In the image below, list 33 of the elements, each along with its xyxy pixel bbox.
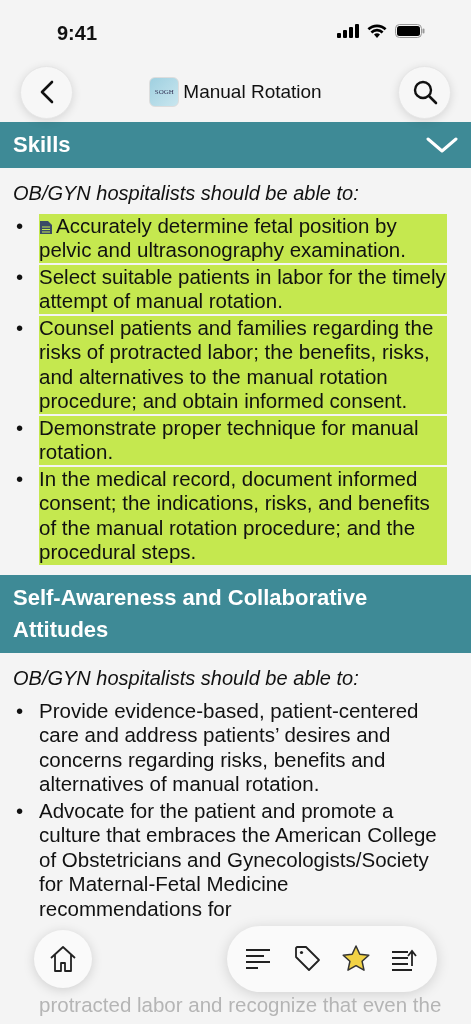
bullet-marker: • xyxy=(16,466,25,492)
bullet-marker: • xyxy=(16,415,25,441)
bullet-marker: • xyxy=(16,698,25,724)
home-icon xyxy=(48,944,78,975)
bullet-text: Counsel patients and families regarding the risks of protracted labor; the benefits, risks, and alternatives to the manual rotation procedure; and obtain informed consent. xyxy=(39,315,447,414)
bullet-marker: • xyxy=(16,315,25,341)
search-icon xyxy=(411,79,438,105)
bullet-text: Demonstrate proper technique for manual rotation. xyxy=(39,415,447,465)
section-title: Skills xyxy=(13,131,71,159)
page-title: Manual Rotation xyxy=(183,79,322,104)
document-icon[interactable] xyxy=(39,219,53,235)
bullet-marker: • xyxy=(16,213,25,239)
bullet-text: Advocate for the patient and promote a culture that embraces the American College of Obstetricians and Gynecologists/Society for Maternal-Fetal Medicine recommendations for xyxy=(39,798,438,922)
status-time: 9:41 xyxy=(57,21,98,46)
bullet-text: In the medical record, document informed consent; the indications, risks, and benefits of the manual rotation procedure; and the procedural steps. xyxy=(39,466,447,565)
section-title: Self-Awareness and Collaborative Attitudes xyxy=(13,583,369,644)
chevron-left-icon xyxy=(39,80,54,104)
bullet-marker: • xyxy=(16,264,25,290)
bullet-text: protracted labor and recognize that even the xyxy=(38,993,443,1018)
intro-text: OB/GYN hospitalists should be able to: xyxy=(12,180,360,206)
chevron-down-icon[interactable] xyxy=(426,135,458,154)
back-button[interactable] xyxy=(20,65,73,119)
bullet-marker: • xyxy=(16,798,25,824)
home-button[interactable] xyxy=(34,930,92,989)
battery-icon xyxy=(395,24,425,38)
section-header[interactable]: Skills xyxy=(0,122,471,168)
bullet-text: Accurately determine fetal position by pelvic and ultrasonography examination. xyxy=(39,213,447,263)
bullet-text: Provide evidence-based, patient-centered care and address patients’ desires and concerns regarding risks, benefits and alternatives of manual rotation. xyxy=(39,698,420,797)
search-button[interactable] xyxy=(398,65,451,119)
bullet-text: Select suitable patients in labor for the timely attempt of manual rotation. xyxy=(39,264,447,314)
intro-text: OB/GYN hospitalists should be able to: xyxy=(12,665,360,691)
signal-icon xyxy=(337,24,359,38)
wifi-icon xyxy=(367,24,387,38)
